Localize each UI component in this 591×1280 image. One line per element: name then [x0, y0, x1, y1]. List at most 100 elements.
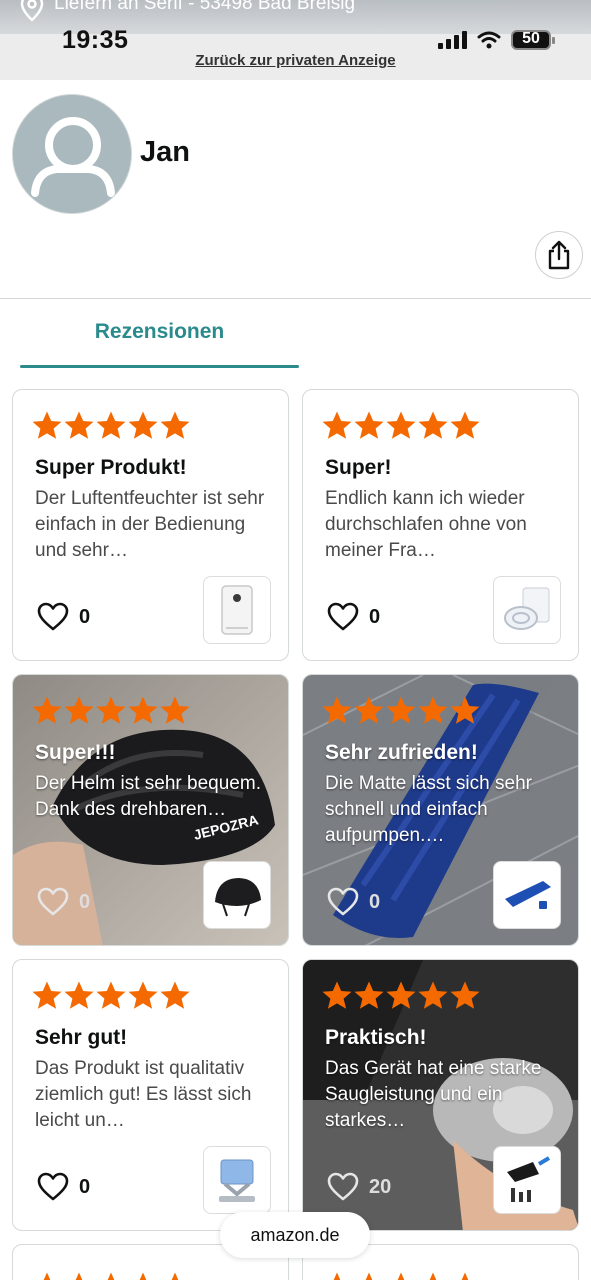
star-rating	[31, 695, 191, 727]
star-icon	[171, 1272, 179, 1280]
domain-pill: amazon.de	[220, 1212, 370, 1258]
like-button[interactable]: 0	[327, 602, 380, 632]
avatar	[12, 94, 132, 214]
heart-icon	[37, 602, 69, 631]
star-icon	[354, 981, 384, 1009]
star-icon	[354, 411, 384, 439]
share-button[interactable]	[535, 231, 583, 279]
status-icons: 50	[438, 30, 555, 50]
star-icon	[418, 981, 448, 1009]
top-bar: Liefern an Serif - 53498 Bad Breisig 19:…	[0, 0, 591, 80]
review-title: Sehr gut!	[35, 1026, 128, 1049]
review-card[interactable]: Super Produkt! Der Luftentfeuchter ist s…	[12, 389, 289, 661]
star-icon	[365, 1272, 373, 1280]
like-button[interactable]: 0	[327, 887, 380, 917]
star-rating	[321, 980, 481, 1012]
star-icon	[333, 1272, 341, 1280]
star-icon	[386, 411, 416, 439]
mattress-icon	[505, 881, 551, 909]
product-thumbnail[interactable]	[203, 576, 271, 644]
like-count: 20	[369, 1175, 392, 1198]
product-thumbnail[interactable]	[203, 861, 271, 929]
star-icon	[160, 981, 190, 1009]
heart-icon	[37, 1172, 69, 1201]
like-button[interactable]: 0	[37, 602, 90, 632]
heart-icon	[327, 1172, 359, 1201]
star-icon	[64, 411, 94, 439]
star-icon	[160, 411, 190, 439]
profile-divider	[0, 298, 591, 299]
star-icon	[96, 981, 126, 1009]
vacuum-icon	[507, 1156, 551, 1202]
review-text: Der Helm ist sehr bequem. Dank des drehb…	[35, 773, 261, 820]
review-title: Sehr zufrieden!	[325, 741, 478, 764]
stand-icon	[219, 1159, 255, 1202]
star-icon	[322, 696, 352, 724]
star-icon	[386, 981, 416, 1009]
star-icon	[450, 696, 480, 724]
product-thumbnail[interactable]	[493, 1146, 561, 1214]
star-icon	[418, 411, 448, 439]
review-card[interactable]: Sehr gut! Das Produkt ist qualitativ zie…	[12, 959, 289, 1231]
status-time: 19:35	[62, 26, 129, 54]
star-icon	[32, 411, 62, 439]
review-text: Das Gerät hat eine starke Saugleistung u…	[325, 1058, 542, 1131]
star-icon	[322, 981, 352, 1009]
star-icon	[32, 981, 62, 1009]
star-icon	[96, 411, 126, 439]
share-icon	[548, 240, 570, 270]
like-count: 0	[369, 890, 381, 913]
review-title: Super!!!	[35, 741, 116, 764]
review-card[interactable]: Sehr zufrieden! Die Matte lässt sich seh…	[302, 674, 579, 946]
star-icon	[418, 696, 448, 724]
star-icon	[43, 1272, 51, 1280]
profile-name: Jan	[140, 136, 190, 168]
star-icon	[96, 696, 126, 724]
star-icon	[139, 1272, 147, 1280]
star-icon	[128, 411, 158, 439]
user-placeholder-icon	[31, 117, 115, 197]
tab-active-indicator	[20, 365, 299, 368]
product-thumbnail[interactable]	[493, 576, 561, 644]
like-button[interactable]: 0	[37, 1172, 90, 1202]
heart-icon	[37, 887, 69, 916]
like-count: 0	[79, 890, 91, 913]
product-thumbnail[interactable]	[203, 1146, 271, 1214]
review-title: Praktisch!	[325, 1026, 427, 1049]
review-card[interactable]: JEPOZRA Super!!! Der Helm ist sehr beque…	[12, 674, 289, 946]
star-rating	[31, 410, 191, 442]
review-title: Super Produkt!	[35, 456, 187, 479]
star-icon	[128, 981, 158, 1009]
product-thumbnail[interactable]	[493, 861, 561, 929]
star-icon	[322, 411, 352, 439]
tab-reviews[interactable]: Rezensionen	[20, 320, 299, 344]
review-text: Das Produkt ist qualitativ ziemlich gut!…	[35, 1058, 252, 1131]
star-icon	[107, 1272, 115, 1280]
star-icon	[75, 1272, 83, 1280]
like-button[interactable]: 20	[327, 1172, 391, 1202]
like-count: 0	[79, 605, 91, 628]
battery-icon: 50	[511, 30, 555, 50]
review-card[interactable]: Super! Endlich kann ich wieder durchschl…	[302, 389, 579, 661]
like-button[interactable]: 0	[37, 887, 90, 917]
like-count: 0	[79, 1175, 91, 1198]
back-to-private-link[interactable]: Zurück zur privaten Anzeige	[0, 52, 591, 69]
wifi-icon	[477, 31, 501, 49]
heart-icon	[327, 887, 359, 916]
star-rating-partial	[321, 1271, 481, 1280]
star-icon	[386, 696, 416, 724]
star-icon	[397, 1272, 405, 1280]
review-card[interactable]: Praktisch! Das Gerät hat eine starke Sau…	[302, 959, 579, 1231]
star-icon	[160, 696, 190, 724]
review-text: Endlich kann ich wieder durchschlafen oh…	[325, 488, 527, 561]
like-count: 0	[369, 605, 381, 628]
star-icon	[64, 981, 94, 1009]
star-icon	[429, 1272, 437, 1280]
helmet-icon	[215, 878, 261, 917]
star-rating	[321, 410, 481, 442]
location-pin-icon	[20, 0, 44, 22]
star-rating	[321, 695, 481, 727]
star-icon	[128, 696, 158, 724]
review-title: Super!	[325, 456, 392, 479]
battery-level: 50	[522, 30, 540, 47]
